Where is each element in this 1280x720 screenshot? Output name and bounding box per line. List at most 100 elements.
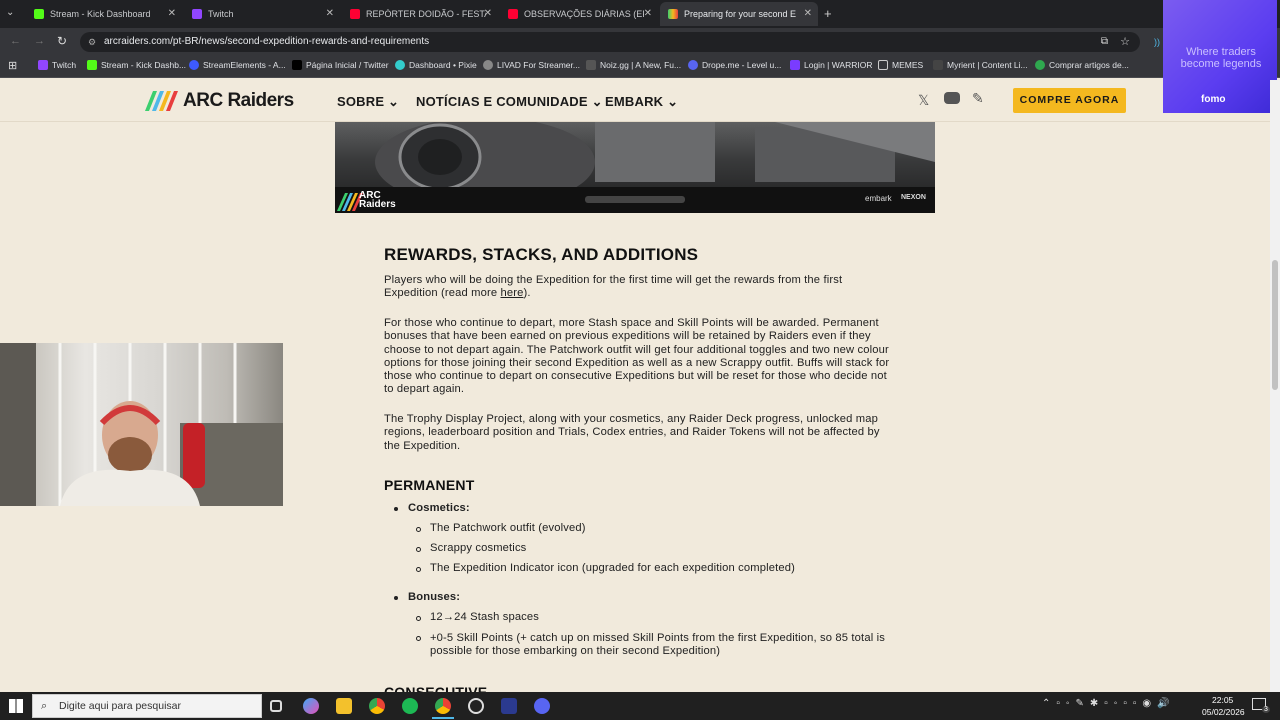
new-tab-icon[interactable]: + <box>824 6 832 21</box>
tab-list-chevron-icon[interactable]: ⌄ <box>6 7 14 18</box>
windows-taskbar: ⌕ Digite aqui para pesquisar ⌃▫◦✎✱▫◦▫▫◉🔊… <box>0 692 1280 720</box>
arc-raiders-icon <box>668 9 678 19</box>
bookmark-item[interactable]: Dashboard • Pixie <box>395 60 477 70</box>
nexon-brand: NEXON <box>901 194 926 201</box>
warrior-icon <box>790 60 800 70</box>
twitch-icon <box>38 60 48 70</box>
bookmarks-bar: ⊞ Twitch Stream - Kick Dashb... StreamEl… <box>0 56 1280 78</box>
bookmark-item[interactable]: Login | WARRIOR <box>790 60 873 70</box>
heading-permanent: PERMANENT <box>384 477 475 493</box>
tab-youtube-reporter[interactable]: REPÓRTER DOIDÃO - FESTA DA ✕ <box>342 2 498 26</box>
list-item: Scrappy cosmetics <box>430 542 527 554</box>
logo-text: ARC Raiders <box>183 90 294 111</box>
taskbar-search-input[interactable]: ⌕ Digite aqui para pesquisar <box>32 694 262 718</box>
chrome-active-icon[interactable] <box>435 698 451 714</box>
youtube-icon <box>350 9 360 19</box>
tab-label: Preparing for your second Expe <box>684 9 796 19</box>
list-item: The Expedition Indicator icon (upgraded … <box>430 562 795 574</box>
paragraph-continue: For those who continue to depart, more S… <box>384 317 890 396</box>
chrome-icon[interactable] <box>369 698 385 714</box>
list-item: +0-5 Skill Points (+ catch up on missed … <box>430 632 885 658</box>
kick-icon <box>34 9 44 19</box>
tab-label: Twitch <box>208 9 234 19</box>
obs-icon[interactable] <box>468 698 484 714</box>
myrient-icon <box>933 60 943 70</box>
bookmark-item[interactable]: LIVAD For Streamer... <box>483 60 580 70</box>
tab-kick[interactable]: Stream - Kick Dashboard ✕ <box>26 2 182 26</box>
paragraph-trophy: The Trophy Display Project, along with y… <box>384 413 880 452</box>
paragraph-first-time: Players who will be doing the Expedition… <box>384 274 843 300</box>
url-input[interactable]: ⚙ arcraiders.com/pt-BR/news/second-exped… <box>80 32 1140 52</box>
bookmark-star-icon[interactable]: ☆ <box>1120 32 1130 52</box>
bookmark-item[interactable]: Comprar artigos de... <box>1035 60 1129 70</box>
greenshop-icon <box>1035 60 1045 70</box>
x-icon <box>292 60 302 70</box>
bookmark-item[interactable]: Drope.me - Level u... <box>688 60 781 70</box>
url-text: arcraiders.com/pt-BR/news/second-expedit… <box>104 36 430 47</box>
bullet <box>416 636 421 641</box>
close-tab-icon[interactable]: ✕ <box>326 8 334 19</box>
apps-grid-icon[interactable]: ⊞ <box>8 59 17 72</box>
nav-embark[interactable]: EMBARK ⌄ <box>605 94 678 110</box>
windows-start-icon[interactable] <box>9 699 23 713</box>
discord-icon[interactable] <box>944 92 960 104</box>
discord-app-icon[interactable] <box>534 698 550 714</box>
taskbar-date[interactable]: 05/02/2026 <box>1202 707 1245 717</box>
bookmark-item[interactable]: Twitch <box>38 60 76 70</box>
ad-line2: become legends <box>1180 58 1262 70</box>
chevron-down-icon: ⌄ <box>591 94 603 109</box>
nav-sobre[interactable]: SOBRE ⌄ <box>337 94 399 110</box>
hero-logo-text: ARC Raiders <box>359 190 396 210</box>
bookmark-item[interactable]: Stream - Kick Dashb... <box>87 60 186 70</box>
noiz-icon <box>586 60 596 70</box>
heading-rewards: REWARDS, STACKS, AND ADDITIONS <box>384 245 699 264</box>
webcam-overlay <box>0 343 283 506</box>
x-social-icon[interactable]: 𝕏 <box>918 92 929 109</box>
nav-noticias[interactable]: NOTÍCIAS E COMUNIDADE ⌄ <box>416 94 603 110</box>
bullet <box>416 527 421 532</box>
bookmark-item[interactable]: Página Inicial / Twitter <box>292 60 389 70</box>
bullet <box>394 596 398 600</box>
reload-icon[interactable]: ↻ <box>57 34 67 48</box>
kick-icon <box>87 60 97 70</box>
tab-arc-raiders[interactable]: Preparing for your second Expe ✕ <box>660 2 818 26</box>
file-explorer-icon[interactable] <box>336 698 352 714</box>
site-info-icon[interactable]: ⚙ <box>88 32 96 52</box>
list-item: The Patchwork outfit (evolved) <box>430 522 586 534</box>
bookmark-item[interactable]: Noiz.gg | A New, Fu... <box>586 60 681 70</box>
fomo-ad[interactable]: )) Where traders become legends fomo <box>1154 0 1277 113</box>
site-header: ARC Raiders SOBRE ⌄ NOTÍCIAS E COMUNIDAD… <box>0 80 1270 122</box>
tab-twitch[interactable]: Twitch ✕ <box>184 2 340 26</box>
bookmark-item[interactable]: Myrient | Content Li... <box>933 60 1028 70</box>
read-more-link[interactable]: here <box>500 287 523 299</box>
bookmark-item[interactable]: StreamElements - A... <box>189 60 286 70</box>
close-tab-icon[interactable]: ✕ <box>168 8 176 19</box>
bookmark-folder[interactable]: MEMES <box>878 60 923 70</box>
embark-brand: embark <box>865 194 892 203</box>
task-view-icon[interactable] <box>270 700 282 712</box>
livad-icon <box>483 60 493 70</box>
app-icon[interactable] <box>501 698 517 714</box>
spotify-icon[interactable] <box>402 698 418 714</box>
scrollbar-thumb[interactable] <box>1272 260 1278 390</box>
buy-now-button[interactable]: COMPRE AGORA <box>1013 88 1126 113</box>
drope-icon <box>688 60 698 70</box>
forward-icon[interactable]: → <box>34 35 45 47</box>
heading-consecutive: CONSECUTIVE <box>384 684 488 692</box>
close-tab-icon[interactable]: ✕ <box>484 8 492 19</box>
system-tray-icons[interactable]: ⌃▫◦✎✱▫◦▫▫◉🔊 <box>1042 698 1176 709</box>
close-tab-icon[interactable]: ✕ <box>804 8 812 19</box>
pen-icon[interactable]: ✎ <box>972 90 984 107</box>
install-app-icon[interactable]: ⧉ <box>1101 32 1108 52</box>
back-icon[interactable]: ← <box>10 35 21 47</box>
tab-youtube-observacoes[interactable]: OBSERVAÇÕES DIÁRIAS (EP. 30 ✕ <box>500 2 658 26</box>
page-scrollbar[interactable] <box>1270 80 1280 692</box>
copilot-icon[interactable] <box>303 698 319 714</box>
pixie-icon <box>395 60 405 70</box>
close-tab-icon[interactable]: ✕ <box>644 8 652 19</box>
taskbar-time[interactable]: 22:05 <box>1212 695 1233 705</box>
folder-icon <box>878 60 888 70</box>
streamelements-icon <box>189 60 199 70</box>
webcam-scene <box>0 343 283 506</box>
arc-raiders-logo[interactable]: ARC Raiders <box>145 90 310 112</box>
